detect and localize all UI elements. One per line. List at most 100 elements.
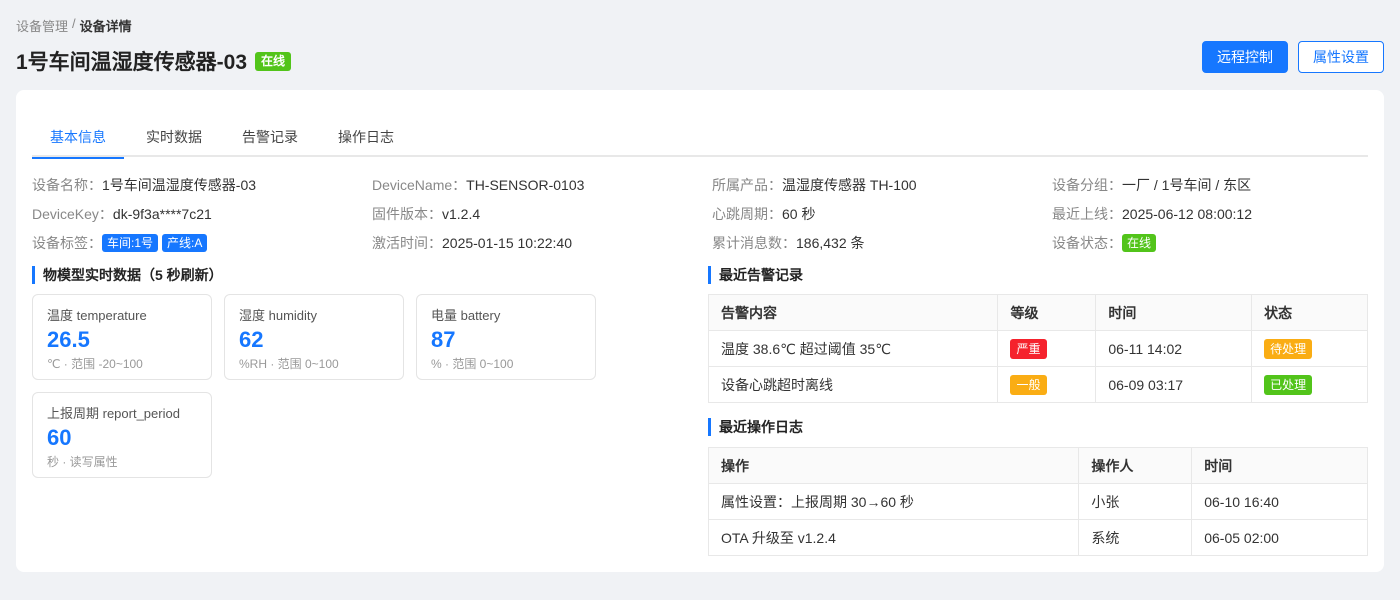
remote-control-button[interactable]: 远程控制 [1202, 41, 1288, 73]
info-label: DeviceName： [372, 176, 467, 193]
breadcrumb-separator: / [72, 16, 76, 31]
table-row[interactable]: 温度 38.6℃ 超过阈值 35℃ 严重 06-11 14:02 待处理 [707, 330, 1368, 367]
column-header: 操作 [707, 447, 1080, 484]
device-tag: 车间:1号 [102, 233, 159, 252]
info-group: 设备分组： 一厂 / 1号车间 / 东区 [1052, 170, 1368, 199]
column-header: 时间 [1095, 294, 1253, 331]
table-row[interactable]: 属性设置：上报周期 30→60 秒 小张 06-10 16:40 [707, 483, 1368, 520]
property-value: 26.5 [47, 327, 90, 352]
column-header: 时间 [1191, 447, 1368, 484]
alarm-state-cell: 待处理 [1251, 330, 1368, 367]
property-description: ℃ · 范围 -20~100 [47, 357, 143, 371]
tab-basic-info[interactable]: 基本信息 [32, 123, 124, 159]
property-card-battery: 电量 battery 87 % · 范围 0~100 [416, 294, 596, 380]
info-value: v1.2.4 [442, 205, 481, 222]
info-value: dk-9f3a****7c21 [112, 205, 212, 222]
info-value: 2025-06-12 08:00:12 [1122, 205, 1252, 222]
table-header-row: 告警内容 等级 时间 状态 [707, 294, 1368, 331]
page-header: 1号车间温湿度传感器-03 在线 [16, 46, 292, 76]
tab-bar: 基本信息 实时数据 告警记录 操作日志 [32, 123, 1368, 159]
alarm-time: 06-11 14:02 [1095, 330, 1253, 367]
property-description: %RH · 范围 0~100 [239, 357, 339, 371]
alarm-level-badge: 一般 [1010, 374, 1047, 395]
breadcrumb-parent[interactable]: 设备管理 [16, 16, 68, 35]
property-value: 60 [47, 425, 72, 450]
info-label: 累计消息数： [712, 234, 796, 251]
info-label: 设备状态： [1052, 234, 1122, 251]
info-tags: 设备标签： 车间:1号 产线:A [32, 228, 372, 257]
info-value: 186,432 条 [796, 234, 865, 251]
alarm-state-cell: 已处理 [1251, 366, 1368, 403]
info-value: 2025-01-15 10:22:40 [442, 234, 572, 251]
column-header: 状态 [1251, 294, 1368, 331]
log-time: 06-05 02:00 [1191, 519, 1368, 556]
status-badge: 在线 [255, 51, 292, 71]
header-actions: 远程控制 属性设置 [1202, 41, 1384, 73]
column-header: 操作人 [1078, 447, 1193, 484]
alarms-section-title: 最近告警记录 [708, 266, 803, 284]
basic-info-grid: 设备名称： 1号车间温湿度传感器-03 DeviceName： TH-SENSO… [32, 170, 1368, 257]
alarm-level-cell: 严重 [997, 330, 1097, 367]
info-device-status: 设备状态： 在线 [1052, 228, 1368, 257]
info-value: 一厂 / 1号车间 / 东区 [1122, 176, 1252, 193]
property-value: 87 [431, 327, 456, 352]
info-devicekey: DeviceKey： dk-9f3a****7c21 [32, 199, 372, 228]
log-time: 06-10 16:40 [1191, 483, 1368, 520]
breadcrumb: 设备管理 / 设备详情 [16, 16, 132, 35]
tab-operation-logs[interactable]: 操作日志 [320, 123, 412, 157]
info-device-name: 设备名称： 1号车间温湿度传感器-03 [32, 170, 372, 199]
property-name: 湿度 humidity [239, 308, 318, 323]
alarm-level-cell: 一般 [997, 366, 1097, 403]
logs-section-title: 最近操作日志 [708, 418, 803, 436]
column-header: 告警内容 [707, 294, 999, 331]
info-label: 最近上线： [1052, 205, 1122, 222]
alarm-content: 温度 38.6℃ 超过阈值 35℃ [707, 330, 999, 367]
status-badge: 在线 [1122, 233, 1157, 252]
info-label: 固件版本： [372, 205, 442, 222]
page-title: 1号车间温湿度传感器-03 [16, 51, 248, 74]
log-operation: 属性设置：上报周期 30→60 秒 [707, 483, 1080, 520]
alarm-time: 06-09 03:17 [1095, 366, 1253, 403]
property-description: 秒 · 读写属性 [47, 455, 118, 469]
log-operator: 小张 [1078, 483, 1193, 520]
property-card-humidity: 湿度 humidity 62 %RH · 范围 0~100 [224, 294, 404, 380]
properties-section-title: 物模型实时数据（5 秒刷新） [32, 266, 223, 284]
alarms-table: 告警内容 等级 时间 状态 温度 38.6℃ 超过阈值 35℃ 严重 06-11… [707, 294, 1368, 403]
info-value: TH-SENSOR-0103 [466, 176, 585, 193]
device-tag: 产线:A [162, 233, 208, 252]
tab-alarm-records[interactable]: 告警记录 [224, 123, 316, 157]
alarm-state-badge: 已处理 [1264, 374, 1313, 395]
property-card-report-period: 上报周期 report_period 60 秒 · 读写属性 [32, 392, 212, 478]
property-name: 电量 battery [431, 308, 501, 323]
info-label: 心跳周期： [712, 205, 782, 222]
alarm-state-badge: 待处理 [1264, 338, 1313, 359]
detail-card: 基本信息 实时数据 告警记录 操作日志 设备名称： 1号车间温湿度传感器-03 … [16, 90, 1384, 572]
info-label: DeviceKey： [32, 205, 113, 222]
table-row[interactable]: OTA 升级至 v1.2.4 系统 06-05 02:00 [707, 519, 1368, 556]
property-card-temperature: 温度 temperature 26.5 ℃ · 范围 -20~100 [32, 294, 212, 380]
info-message-count: 累计消息数： 186,432 条 [712, 228, 1052, 257]
tab-realtime-data[interactable]: 实时数据 [128, 123, 220, 157]
table-row[interactable]: 设备心跳超时离线 一般 06-09 03:17 已处理 [707, 366, 1368, 403]
info-label: 设备标签： [32, 234, 102, 251]
property-name: 温度 temperature [47, 308, 147, 323]
info-heartbeat: 心跳周期： 60 秒 [712, 199, 1052, 228]
info-firmware: 固件版本： v1.2.4 [372, 199, 712, 228]
info-label: 激活时间： [372, 234, 442, 251]
property-description: % · 范围 0~100 [431, 357, 514, 371]
info-value: 1号车间温湿度传感器-03 [102, 176, 257, 193]
info-value: 60 秒 [782, 205, 816, 222]
table-header-row: 操作 操作人 时间 [707, 447, 1368, 484]
info-label: 所属产品： [712, 176, 782, 193]
alarm-content: 设备心跳超时离线 [707, 366, 999, 403]
log-operation: OTA 升级至 v1.2.4 [707, 519, 1080, 556]
info-label: 设备名称： [32, 176, 102, 193]
info-label: 设备分组： [1052, 176, 1122, 193]
property-settings-button[interactable]: 属性设置 [1298, 41, 1384, 73]
property-value: 62 [239, 327, 264, 352]
alarm-level-badge: 严重 [1010, 338, 1047, 359]
breadcrumb-current: 设备详情 [79, 19, 132, 34]
property-name: 上报周期 report_period [47, 406, 180, 421]
column-header: 等级 [997, 294, 1097, 331]
info-product: 所属产品： 温湿度传感器 TH-100 [712, 170, 1052, 199]
